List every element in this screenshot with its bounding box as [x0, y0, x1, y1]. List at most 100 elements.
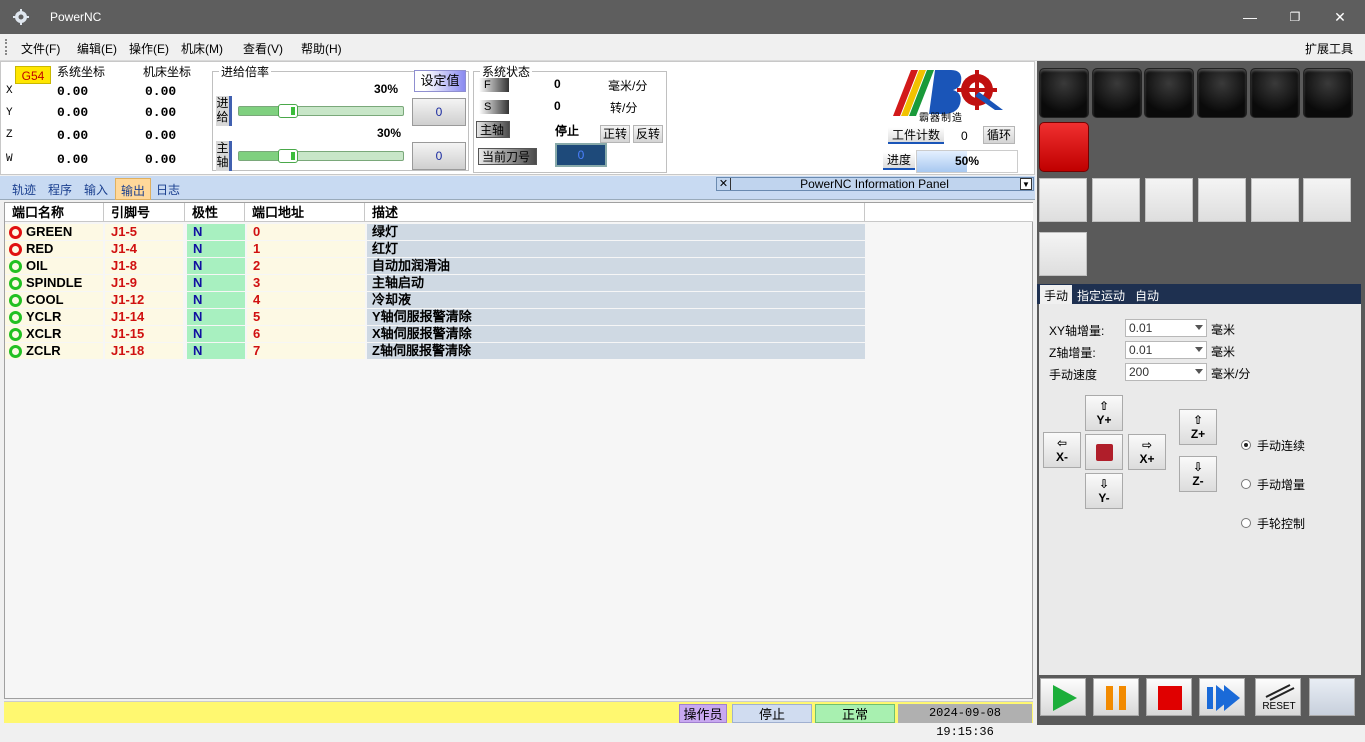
macro-button-4[interactable]: [1197, 68, 1247, 118]
spindle-forward-button[interactable]: 正转: [600, 125, 630, 143]
close-button[interactable]: ✕: [1329, 6, 1351, 28]
feed-percent: 30%: [374, 82, 399, 96]
info-panel-dropdown-icon[interactable]: ▼: [1020, 178, 1032, 190]
blank-control-button[interactable]: [1309, 678, 1355, 716]
col-port-name[interactable]: 端口名称: [5, 203, 104, 222]
jog-y-minus-button[interactable]: ⇩ Y-: [1085, 473, 1123, 509]
work-coordinate-badge[interactable]: G54: [15, 66, 51, 84]
axis-label-x: X: [6, 85, 13, 97]
status-ring-icon: [9, 311, 22, 324]
macro-button-5[interactable]: [1250, 68, 1300, 118]
table-row[interactable]: YCLR J1-14 N 5 Y轴伺服报警清除: [5, 309, 865, 326]
feedrate-unit: 毫米/分: [608, 79, 648, 93]
jog-x-minus-button[interactable]: ⇦ X-: [1043, 432, 1081, 468]
cell-address: 1: [247, 241, 365, 257]
table-row[interactable]: SPINDLE J1-9 N 3 主轴启动: [5, 275, 865, 292]
function-button-5[interactable]: [1251, 178, 1299, 222]
mode-handwheel-label[interactable]: 手轮控制: [1257, 515, 1305, 532]
menu-edit[interactable]: 编辑(E): [77, 40, 117, 57]
xy-increment-select[interactable]: 0.01: [1125, 319, 1207, 337]
function-button-2[interactable]: [1092, 178, 1140, 222]
function-button-6[interactable]: [1303, 178, 1351, 222]
table-row[interactable]: XCLR J1-15 N 6 X轴伺服报警清除: [5, 326, 865, 343]
tab-program[interactable]: 程序: [48, 181, 72, 198]
tab-output[interactable]: 输出: [115, 178, 152, 200]
col-pin[interactable]: 引脚号: [104, 203, 185, 222]
macro-button-3[interactable]: [1144, 68, 1194, 118]
arrow-down-icon: ⇩: [1098, 477, 1110, 491]
mode-continuous-radio[interactable]: [1241, 440, 1251, 450]
menu-machine[interactable]: 机床(M): [181, 40, 223, 57]
menu-view[interactable]: 查看(V): [243, 40, 283, 57]
run-status: 停止: [732, 704, 812, 723]
jog-z-plus-button[interactable]: ⇧ Z+: [1179, 409, 1217, 445]
feed-override-slider[interactable]: [238, 104, 404, 118]
mode-increment-label[interactable]: 手动增量: [1257, 476, 1305, 493]
cell-port-name: XCLR: [5, 326, 103, 342]
axis-label-z: Z: [6, 129, 13, 141]
macro-button-2[interactable]: [1092, 68, 1142, 118]
table-row[interactable]: RED J1-4 N 1 红灯: [5, 241, 865, 258]
title-bar: PowerNC — ❐ ✕: [0, 0, 1365, 34]
jog-x-plus-button[interactable]: ⇨ X+: [1128, 434, 1166, 470]
restore-button[interactable]: ❐: [1284, 6, 1306, 28]
minimize-button[interactable]: —: [1239, 6, 1261, 28]
macro-button-1[interactable]: [1039, 68, 1089, 118]
xy-increment-unit: 毫米: [1211, 323, 1236, 337]
table-row[interactable]: ZCLR J1-18 N 7 Z轴伺服报警清除: [5, 343, 865, 360]
cycle-button[interactable]: 循环: [983, 126, 1015, 144]
macro-button-6[interactable]: [1303, 68, 1353, 118]
feed-slider-thumb[interactable]: [278, 104, 298, 118]
menu-extension-tools[interactable]: 扩展工具: [1305, 40, 1353, 57]
jog-speed-select[interactable]: 200: [1125, 363, 1207, 381]
status-ring-icon: [9, 243, 22, 256]
sys-coord-y: 0.00: [57, 105, 89, 120]
jog-y-plus-button[interactable]: ⇧ Y+: [1085, 395, 1123, 431]
jog-stop-button[interactable]: [1085, 434, 1123, 470]
stop-button[interactable]: [1146, 678, 1192, 716]
function-button-7[interactable]: [1039, 232, 1087, 276]
spindle-value-box[interactable]: 0: [412, 142, 466, 170]
function-button-3[interactable]: [1145, 178, 1193, 222]
sys-coord-z: 0.00: [57, 128, 89, 143]
mach-coord-w: 0.00: [145, 152, 177, 167]
menu-help[interactable]: 帮助(H): [301, 40, 342, 57]
chevron-down-icon: [1195, 369, 1203, 374]
jog-z-minus-button[interactable]: ⇩ Z-: [1179, 456, 1217, 492]
spindle-override-slider[interactable]: [238, 149, 404, 163]
table-row[interactable]: GREEN J1-5 N 0 绿灯: [5, 224, 865, 241]
set-value-button[interactable]: 设定值: [414, 70, 466, 92]
feed-value-box[interactable]: 0: [412, 98, 466, 126]
tab-trajectory[interactable]: 轨迹: [12, 181, 36, 198]
spindle-reverse-button[interactable]: 反转: [633, 125, 663, 143]
function-button-4[interactable]: [1198, 178, 1246, 222]
col-polarity[interactable]: 极性: [185, 203, 245, 222]
tab-specified-motion[interactable]: 指定运动: [1077, 287, 1125, 304]
z-increment-select[interactable]: 0.01: [1125, 341, 1207, 359]
mode-handwheel-radio[interactable]: [1241, 518, 1251, 528]
feed-hold-button[interactable]: [1093, 678, 1139, 716]
tab-auto[interactable]: 自动: [1135, 287, 1159, 304]
menu-file[interactable]: 文件(F): [21, 40, 60, 57]
machine-coord-label: 机床坐标: [143, 65, 192, 79]
col-description[interactable]: 描述: [365, 203, 865, 222]
cell-port-name: OIL: [5, 258, 103, 274]
jog-speed-label: 手动速度: [1049, 368, 1098, 382]
function-button-1[interactable]: [1039, 178, 1087, 222]
mode-continuous-label[interactable]: 手动连续: [1257, 437, 1305, 454]
table-row[interactable]: OIL J1-8 N 2 自动加润滑油: [5, 258, 865, 275]
cell-description: 主轴启动: [367, 275, 865, 291]
tab-manual[interactable]: 手动: [1040, 285, 1073, 304]
cycle-start-button[interactable]: [1040, 678, 1086, 716]
mode-increment-radio[interactable]: [1241, 479, 1251, 489]
table-row[interactable]: COOL J1-12 N 4 冷却液: [5, 292, 865, 309]
menu-operate[interactable]: 操作(E): [129, 40, 169, 57]
tab-log[interactable]: 日志: [156, 181, 180, 198]
single-step-button[interactable]: [1199, 678, 1245, 716]
info-panel-close-icon[interactable]: ✕: [717, 178, 731, 190]
spindle-slider-thumb[interactable]: [278, 149, 298, 163]
col-address[interactable]: 端口地址: [245, 203, 365, 222]
tab-input[interactable]: 输入: [84, 181, 108, 198]
alarm-red-button[interactable]: [1039, 122, 1089, 172]
reset-button[interactable]: RESET: [1255, 678, 1301, 716]
